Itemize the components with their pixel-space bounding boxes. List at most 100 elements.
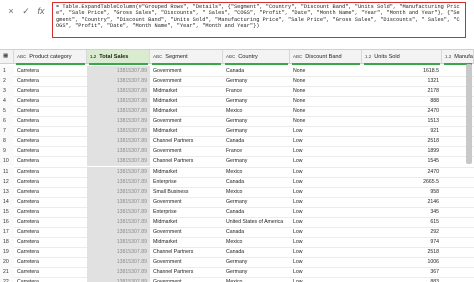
table-cell[interactable]: Carretera xyxy=(14,167,87,177)
column-type-icon[interactable]: 1.2 xyxy=(90,50,96,63)
table-cell[interactable]: Midmarket xyxy=(150,217,223,227)
vertical-scrollbar[interactable] xyxy=(466,64,472,164)
table-cell[interactable]: Small Business xyxy=(150,187,223,197)
table-cell[interactable]: Low xyxy=(290,227,362,237)
table-cell[interactable]: 13815307.89 xyxy=(87,236,150,247)
table-cell[interactable]: 921 xyxy=(362,126,442,136)
table-cell[interactable]: Carretera xyxy=(14,237,87,247)
table-cell[interactable]: 2146 xyxy=(362,197,442,207)
table-cell[interactable]: Germany xyxy=(223,156,290,166)
table-cell[interactable]: Government xyxy=(150,197,223,207)
table-cell[interactable]: Channel Partners xyxy=(150,136,223,146)
table-cell[interactable]: 13815307.89 xyxy=(87,136,150,147)
table-cell[interactable]: Low xyxy=(290,207,362,217)
table-cell[interactable]: Low xyxy=(290,177,362,187)
table-cell[interactable]: 888 xyxy=(362,96,442,106)
table-cell[interactable]: Carretera xyxy=(14,76,87,86)
table-cell[interactable]: 2665.5 xyxy=(362,177,442,187)
table-cell[interactable]: Germany xyxy=(223,96,290,106)
table-cell[interactable]: 13815307.89 xyxy=(87,126,150,137)
table-cell[interactable]: Canada xyxy=(223,207,290,217)
table-cell[interactable]: Midmarket xyxy=(150,167,223,177)
table-cell[interactable]: Low xyxy=(290,126,362,136)
table-cell[interactable]: Enterprise xyxy=(150,177,223,187)
cancel-icon[interactable]: × xyxy=(5,5,17,17)
table-cell[interactable]: Carretera xyxy=(14,177,87,187)
table-cell[interactable]: 13815307.89 xyxy=(87,196,150,207)
table-cell[interactable]: Midmarket xyxy=(150,237,223,247)
table-cell[interactable]: Channel Partners xyxy=(150,156,223,166)
table-cell[interactable]: France xyxy=(223,146,290,156)
table-cell[interactable]: Germany xyxy=(223,126,290,136)
column-header[interactable]: ABC Country xyxy=(223,50,290,63)
table-cell[interactable]: 345 xyxy=(362,207,442,217)
table-cell[interactable]: 1321 xyxy=(362,76,442,86)
table-cell[interactable]: Low xyxy=(290,136,362,146)
table-cell[interactable]: Low xyxy=(290,237,362,247)
table-cell[interactable]: Carretera xyxy=(14,156,87,166)
column-header[interactable]: ABC Discount Band xyxy=(290,50,362,63)
table-cell[interactable]: Low xyxy=(290,257,362,267)
column-header[interactable]: 1.2 Total Sales xyxy=(87,50,150,63)
table-cell[interactable]: 13815307.89 xyxy=(87,277,150,282)
table-cell[interactable]: Government xyxy=(150,146,223,156)
table-cell[interactable]: Mexico xyxy=(223,187,290,197)
table-cell[interactable]: Germany xyxy=(223,116,290,126)
column-type-icon[interactable]: ABC xyxy=(293,50,302,63)
table-cell[interactable]: Germany xyxy=(223,267,290,277)
table-cell[interactable]: Carretera xyxy=(14,247,87,257)
column-type-icon[interactable]: ABC xyxy=(17,50,26,63)
table-cell[interactable]: None xyxy=(290,76,362,86)
column-type-icon[interactable]: ABC xyxy=(226,50,235,63)
column-type-icon[interactable]: 1.2 xyxy=(445,50,451,63)
table-cell[interactable]: Low xyxy=(290,167,362,177)
table-cell[interactable]: Channel Partners xyxy=(150,267,223,277)
table-cell[interactable]: 1899 xyxy=(362,146,442,156)
table-cell[interactable]: Carretera xyxy=(14,66,87,76)
table-cell[interactable]: Carretera xyxy=(14,136,87,146)
table-cell[interactable]: France xyxy=(223,86,290,96)
table-cell[interactable]: Mexico xyxy=(223,277,290,282)
table-cell[interactable]: 2470 xyxy=(362,106,442,116)
table-cell[interactable]: Mexico xyxy=(223,237,290,247)
table-cell[interactable]: 958 xyxy=(362,187,442,197)
column-header[interactable]: 1.2 Units Sold xyxy=(362,50,442,63)
column-type-icon[interactable]: 1.2 xyxy=(365,50,371,63)
table-cell[interactable]: 13815307.89 xyxy=(87,106,150,117)
table-cell[interactable]: None xyxy=(290,96,362,106)
table-cell[interactable]: 13815307.89 xyxy=(87,116,150,127)
table-cell[interactable]: None xyxy=(290,116,362,126)
table-cell[interactable]: 1006 xyxy=(362,257,442,267)
table-cell[interactable]: 13815307.89 xyxy=(87,256,150,267)
table-cell[interactable]: Carretera xyxy=(14,146,87,156)
table-cell[interactable]: 13815307.89 xyxy=(87,267,150,277)
table-cell[interactable]: Carretera xyxy=(14,126,87,136)
table-cell[interactable]: 2470 xyxy=(362,167,442,177)
table-cell[interactable]: None xyxy=(290,106,362,116)
fx-icon[interactable]: fx xyxy=(35,5,47,17)
table-cell[interactable]: Low xyxy=(290,217,362,227)
table-cell[interactable]: 13815307.89 xyxy=(87,176,150,187)
table-cell[interactable]: Government xyxy=(150,76,223,86)
table-cell[interactable]: Government xyxy=(150,227,223,237)
table-cell[interactable]: 13815307.89 xyxy=(87,246,150,257)
table-cell[interactable]: Carretera xyxy=(14,106,87,116)
table-cell[interactable]: 13815307.89 xyxy=(87,166,150,177)
table-cell[interactable]: 2178 xyxy=(362,86,442,96)
table-cell[interactable]: Midmarket xyxy=(150,86,223,96)
table-row[interactable]: 22Carretera13815307.89GovernmentMexicoLo… xyxy=(0,277,474,282)
table-cell[interactable]: Carretera xyxy=(14,267,87,277)
table-cell[interactable]: Low xyxy=(290,267,362,277)
table-cell[interactable]: Germany xyxy=(223,197,290,207)
table-cell[interactable]: Carretera xyxy=(14,217,87,227)
table-menu-icon[interactable]: ▦ xyxy=(0,50,14,63)
table-cell[interactable]: Canada xyxy=(223,227,290,237)
table-cell[interactable]: Canada xyxy=(223,247,290,257)
table-cell[interactable]: 2518 xyxy=(362,136,442,146)
table-cell[interactable]: Low xyxy=(290,197,362,207)
table-cell[interactable]: Carretera xyxy=(14,227,87,237)
table-cell[interactable]: 13815307.89 xyxy=(87,146,150,157)
column-type-icon[interactable]: ABC xyxy=(153,50,162,63)
table-cell[interactable]: Canada xyxy=(223,177,290,187)
table-cell[interactable]: 13815307.89 xyxy=(87,76,150,87)
